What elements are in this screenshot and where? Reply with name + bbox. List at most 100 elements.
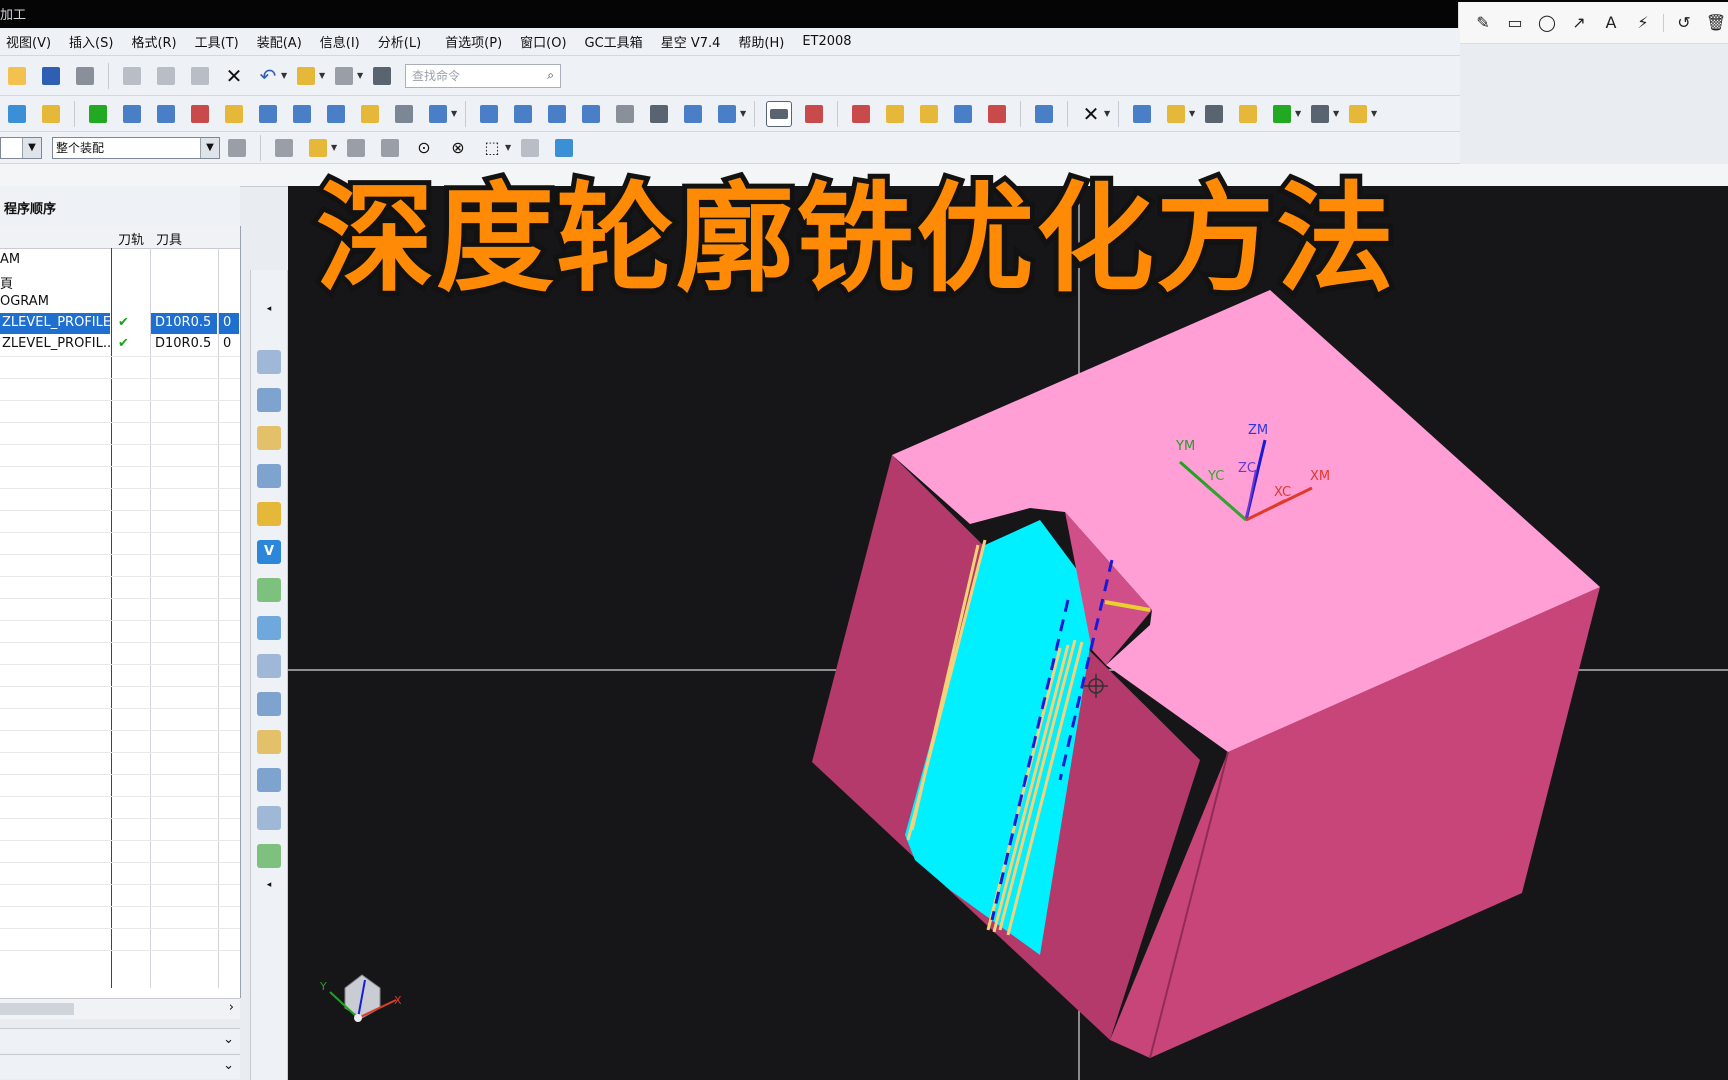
- method-icon[interactable]: [290, 102, 314, 126]
- filter-icon[interactable]: [225, 136, 249, 160]
- feed-icon[interactable]: [358, 102, 382, 126]
- menu-preferences[interactable]: 首选项(P): [445, 32, 502, 51]
- delete-icon[interactable]: ✕: [222, 64, 246, 88]
- menu-tools[interactable]: 工具(T): [195, 32, 239, 51]
- path-icon[interactable]: [477, 102, 501, 126]
- path-list-icon[interactable]: [545, 102, 569, 126]
- chevron-down-icon[interactable]: ▼: [357, 71, 365, 80]
- path-gray-icon[interactable]: [613, 102, 637, 126]
- navigator-horizontal-scrollbar[interactable]: ›: [0, 998, 240, 1019]
- section-icon[interactable]: [1032, 102, 1056, 126]
- ipw-icon[interactable]: [985, 102, 1009, 126]
- database-icon[interactable]: [1130, 102, 1154, 126]
- measure-icon[interactable]: [917, 102, 941, 126]
- chevron-down-icon[interactable]: ▼: [451, 109, 459, 118]
- scrollbar-thumb[interactable]: [0, 1003, 74, 1015]
- column-tool[interactable]: 刀具: [156, 229, 182, 248]
- graphics-viewport[interactable]: ZM ZC YM YC XC XM Y X: [288, 186, 1728, 1080]
- scroll-up-icon[interactable]: ◂: [257, 304, 281, 316]
- undo-icon[interactable]: ↺: [1672, 11, 1696, 35]
- menu-gc-toolbox[interactable]: GC工具箱: [585, 32, 643, 51]
- replay-icon[interactable]: [257, 464, 281, 488]
- magic-wand-icon[interactable]: ⚡: [1631, 11, 1655, 35]
- chevron-down-icon[interactable]: ▼: [740, 109, 748, 118]
- transform-path-icon[interactable]: [257, 768, 281, 792]
- chevron-down-icon[interactable]: ▼: [1104, 109, 1112, 118]
- point-icon[interactable]: [883, 102, 907, 126]
- check-list-icon[interactable]: [257, 578, 281, 602]
- ruler-icon[interactable]: [1346, 102, 1370, 126]
- copy-icon[interactable]: [154, 64, 178, 88]
- axis-icon[interactable]: [1308, 102, 1332, 126]
- chevron-down-icon[interactable]: ▼: [281, 71, 289, 80]
- chart-icon[interactable]: [257, 502, 281, 526]
- chevron-down-icon[interactable]: ▼: [1333, 109, 1341, 118]
- chevron-down-icon[interactable]: ▼: [1189, 109, 1197, 118]
- path-edit-icon[interactable]: [511, 102, 535, 126]
- wrench-icon[interactable]: [1236, 102, 1260, 126]
- list-icon[interactable]: [188, 102, 212, 126]
- type-filter-select[interactable]: ▼: [0, 136, 42, 159]
- chevron-down-icon[interactable]: ▼: [22, 137, 41, 158]
- tool-table-icon[interactable]: [324, 102, 348, 126]
- color-swatch-icon[interactable]: [332, 64, 356, 88]
- assembly-filter-select[interactable]: 整个装配 ▼: [52, 136, 220, 159]
- operation-list-icon[interactable]: [257, 350, 281, 374]
- details-panel-collapsed[interactable]: ⌄: [0, 1028, 240, 1053]
- path-delete-icon[interactable]: [647, 102, 671, 126]
- clock-icon[interactable]: [392, 102, 416, 126]
- menu-window[interactable]: 窗口(O): [520, 32, 566, 51]
- arrow-icon[interactable]: ↗: [1567, 11, 1591, 35]
- tool-icon[interactable]: [222, 102, 246, 126]
- menu-insert[interactable]: 插入(S): [69, 32, 113, 51]
- verify-icon[interactable]: [86, 102, 110, 126]
- circle-icon[interactable]: ◯: [1535, 11, 1559, 35]
- menu-xingkong[interactable]: 星空 V7.4: [661, 32, 721, 51]
- generate-icon[interactable]: [120, 102, 144, 126]
- chevron-down-icon[interactable]: ⌄: [223, 1058, 234, 1073]
- chevron-down-icon[interactable]: ▼: [319, 71, 327, 80]
- cancel-icon[interactable]: ✕: [1079, 102, 1103, 126]
- trash-icon[interactable]: 🗑: [1704, 11, 1728, 35]
- operation-icon[interactable]: [5, 102, 29, 126]
- open-icon[interactable]: [5, 64, 29, 88]
- chevron-down-icon[interactable]: ▼: [1295, 109, 1303, 118]
- navigator-row[interactable]: ZLEVEL_PROFIL... ✔ D10R0.5 0: [0, 334, 240, 355]
- analysis-icon[interactable]: [802, 102, 826, 126]
- coordinate-icon[interactable]: [1164, 102, 1188, 126]
- program-icon[interactable]: [39, 102, 63, 126]
- navigator-row-selected[interactable]: ZLEVEL_PROFILE ✔ D10R0.5 0: [0, 313, 240, 334]
- chevron-right-icon[interactable]: ›: [229, 1000, 234, 1015]
- paste-icon[interactable]: [188, 64, 212, 88]
- scroll-down-icon[interactable]: ◂: [257, 880, 281, 892]
- checkmark-icon[interactable]: [257, 616, 281, 640]
- chevron-down-icon[interactable]: ▼: [1371, 109, 1379, 118]
- command-search-input[interactable]: 查找命令 ⌕: [405, 63, 561, 88]
- rectangle-icon[interactable]: ▭: [1503, 11, 1527, 35]
- path-split-icon[interactable]: [715, 102, 739, 126]
- text-icon[interactable]: A: [1599, 11, 1623, 35]
- mirror-icon[interactable]: [257, 806, 281, 830]
- info-icon[interactable]: [370, 64, 394, 88]
- verify-v-icon[interactable]: V: [257, 540, 281, 564]
- search-icon[interactable]: ⌕: [547, 68, 554, 83]
- column-toolpath[interactable]: 刀轨: [118, 229, 144, 248]
- menu-view[interactable]: 视图(V): [6, 32, 51, 51]
- geometry-icon[interactable]: [256, 102, 280, 126]
- play-icon[interactable]: [1270, 102, 1294, 126]
- move-icon[interactable]: [257, 692, 281, 716]
- menu-assembly[interactable]: 装配(A): [257, 32, 302, 51]
- menu-analysis[interactable]: 分析(L): [378, 32, 421, 51]
- print-icon[interactable]: [73, 64, 97, 88]
- chevron-down-icon[interactable]: ⌄: [223, 1032, 234, 1047]
- snap-icon[interactable]: [272, 136, 296, 160]
- chart-icon[interactable]: [294, 64, 318, 88]
- simulate-icon[interactable]: [849, 102, 873, 126]
- transform-icon[interactable]: [1202, 102, 1226, 126]
- pencil-icon[interactable]: ✎: [1471, 11, 1495, 35]
- menu-information[interactable]: 信息(I): [320, 32, 360, 51]
- menu-et2008[interactable]: ET2008: [802, 34, 851, 49]
- path-transform-icon[interactable]: [579, 102, 603, 126]
- copy-path-icon[interactable]: [257, 730, 281, 754]
- dependencies-panel-collapsed[interactable]: ⌄: [0, 1054, 240, 1079]
